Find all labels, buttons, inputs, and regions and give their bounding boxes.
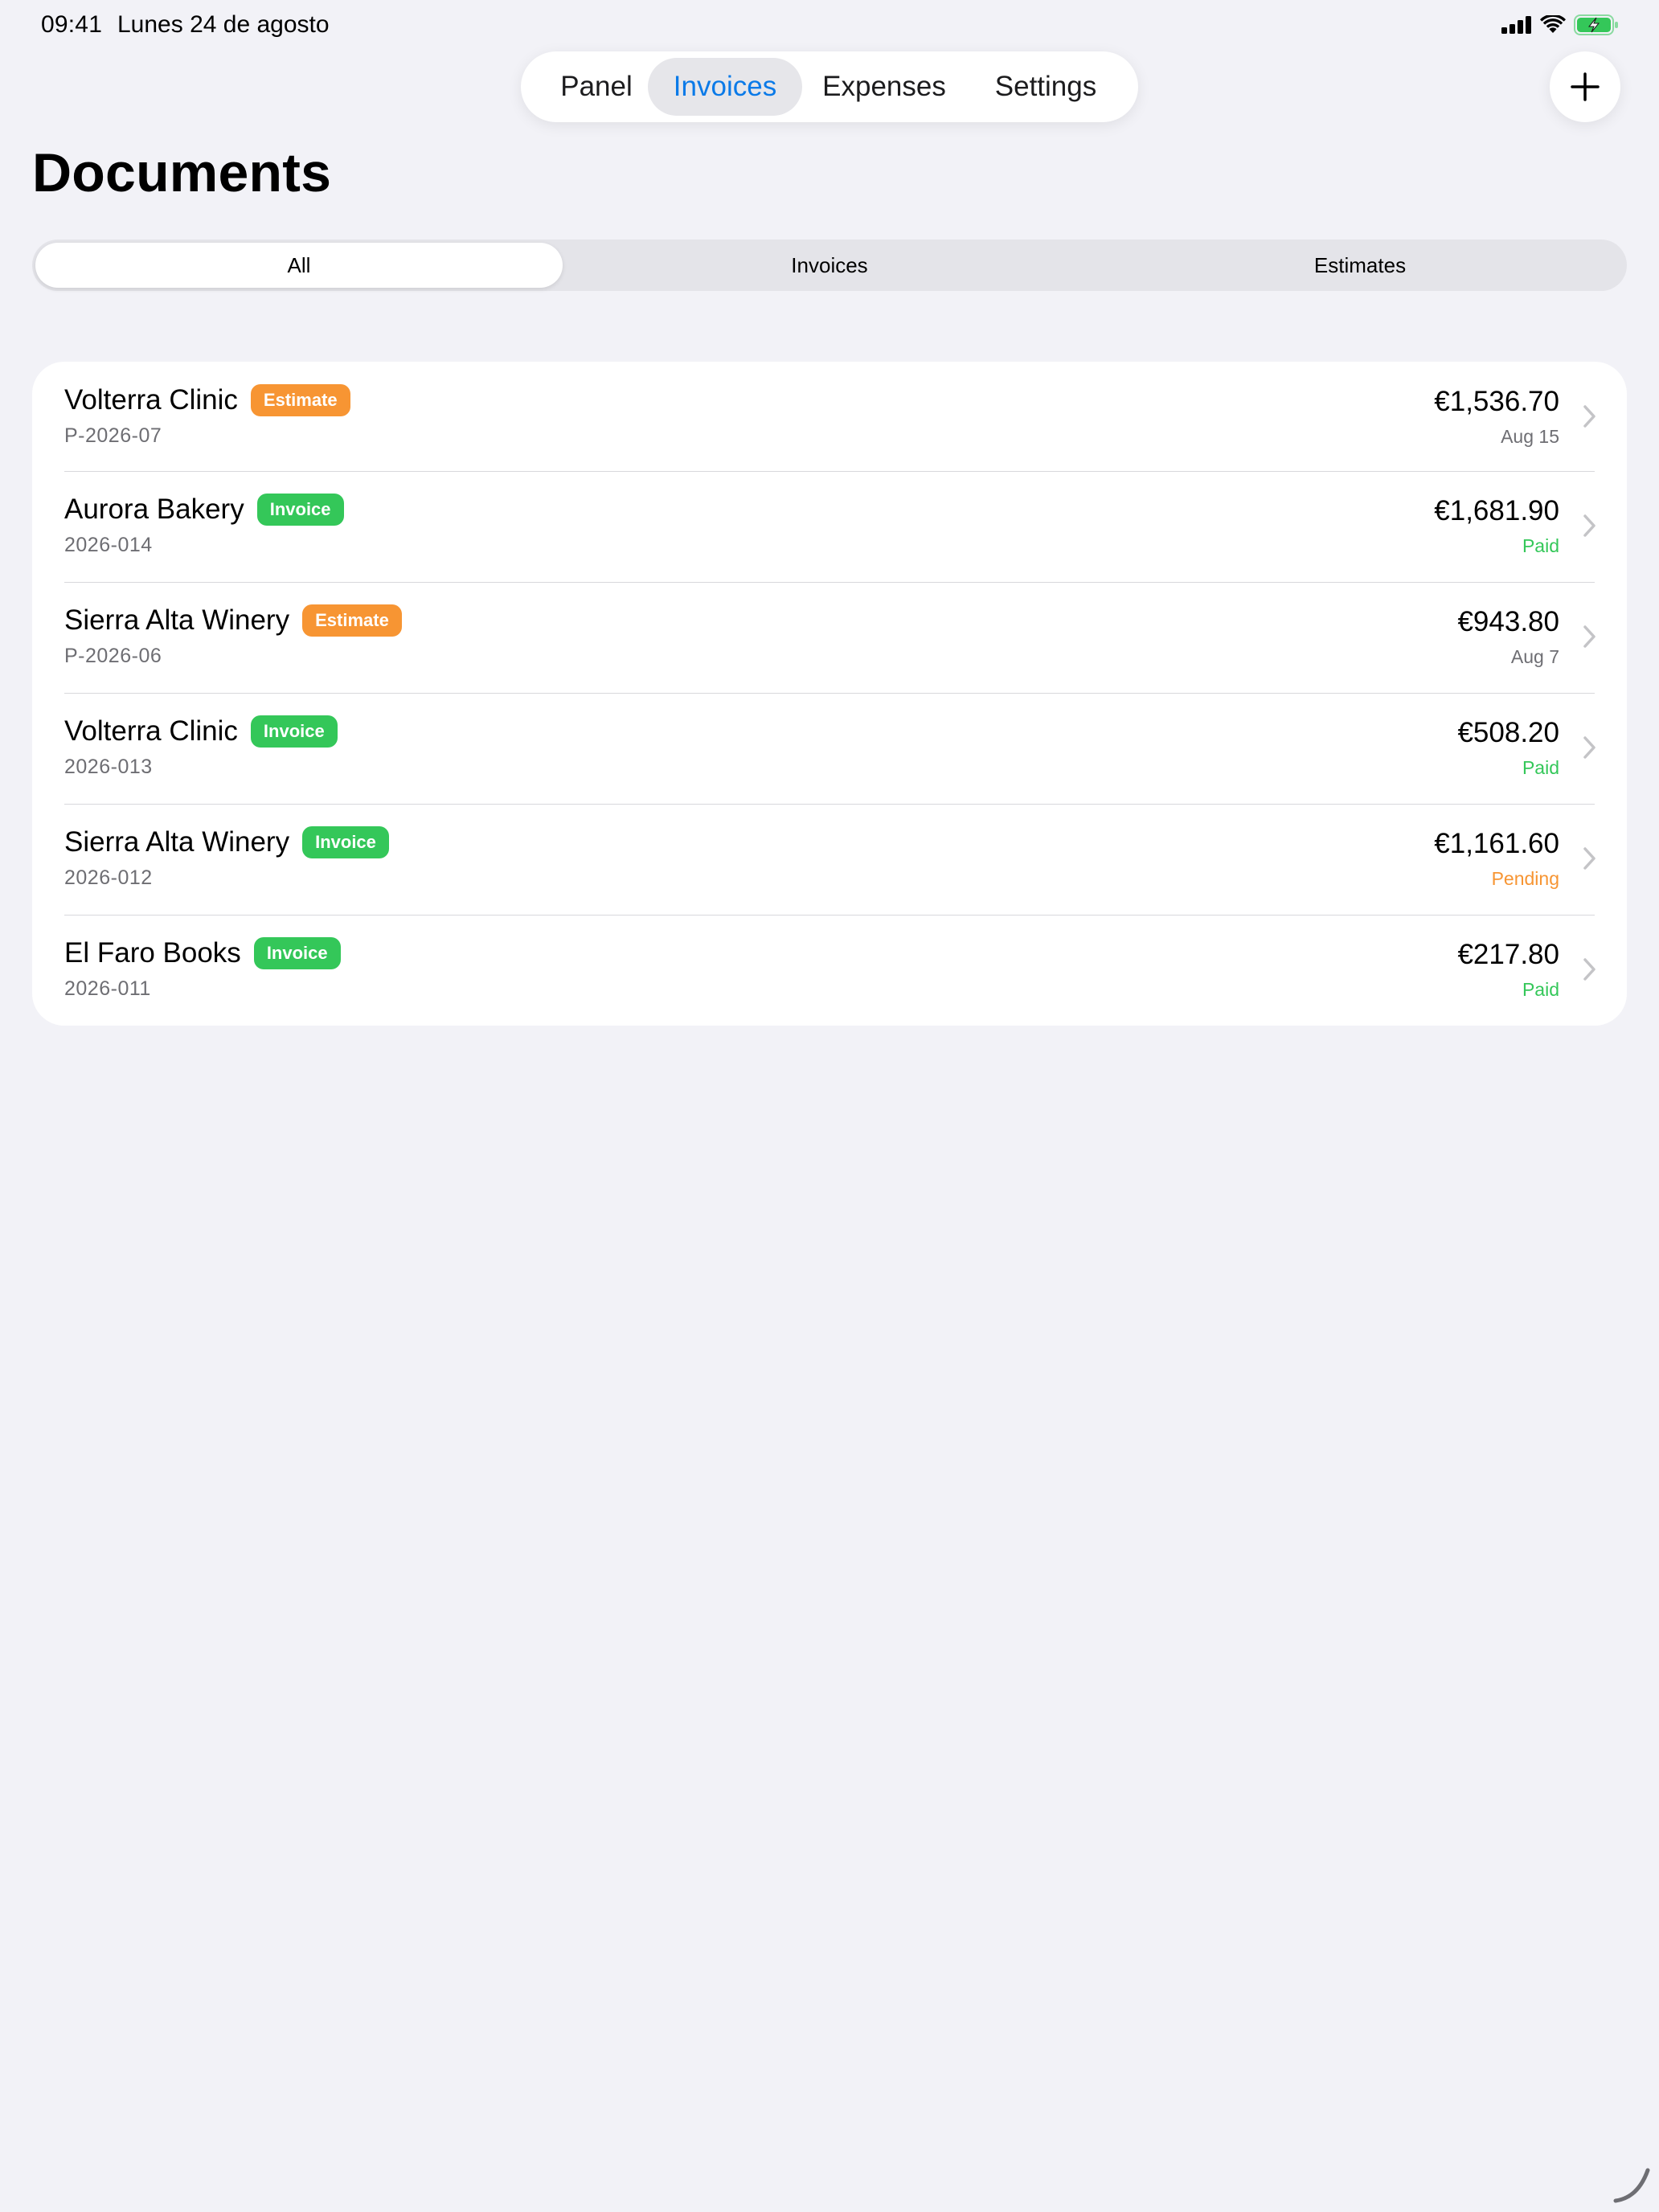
tab-settings[interactable]: Settings [971,58,1120,116]
filter-segment-invoices[interactable]: Invoices [566,243,1093,288]
document-title-group: Sierra Alta Winery Estimate [64,604,402,637]
document-row[interactable]: Sierra Alta Winery Invoice 2026-012 €1,1… [32,804,1627,915]
document-number: 2026-014 [64,534,153,556]
document-title-group: Sierra Alta Winery Invoice [64,826,389,858]
status-date: Lunes 24 de agosto [117,11,330,38]
status-bar: 09:41 Lunes 24 de agosto [0,0,1659,51]
document-title-group: Volterra Clinic Estimate [64,384,350,416]
document-amount: €217.80 [1457,939,1559,970]
battery-charging-icon [1574,14,1618,35]
document-amount: €508.20 [1457,717,1559,748]
chevron-right-icon [1583,514,1596,537]
status-time: 09:41 [41,11,103,38]
document-type-badge: Estimate [302,604,402,637]
chevron-right-icon [1583,847,1596,870]
document-number: P-2026-06 [64,645,162,667]
document-status: Aug 7 [1510,646,1559,667]
document-type-badge: Estimate [250,384,350,416]
client-name: Volterra Clinic [64,715,238,747]
document-amount: €943.80 [1457,606,1559,637]
document-type-badge: Invoice [302,826,389,858]
filter-segment-all[interactable]: All [35,243,563,288]
document-type-badge: Invoice [256,494,344,526]
document-row[interactable]: Aurora Bakery Invoice 2026-014 €1,681.90… [32,471,1627,582]
document-number: P-2026-07 [64,424,162,447]
document-status: Paid [1522,979,1559,1000]
document-status: Paid [1522,757,1559,778]
cellular-signal-icon [1501,16,1531,34]
document-title-group: El Faro Books Invoice [64,937,341,969]
page-title: Documents [32,142,332,203]
document-type-badge: Invoice [253,937,341,969]
client-name: Sierra Alta Winery [64,604,290,636]
tab-invoices[interactable]: Invoices [648,58,802,116]
document-amount: €1,681.90 [1434,495,1559,526]
document-amount: €1,536.70 [1434,386,1559,417]
document-filter-control: All Invoices Estimates [32,240,1627,291]
document-row[interactable]: Sierra Alta Winery Estimate P-2026-06 €9… [32,582,1627,693]
client-name: Sierra Alta Winery [64,826,290,858]
document-title-group: Aurora Bakery Invoice [64,494,344,526]
plus-icon [1571,72,1600,101]
document-type-badge: Invoice [250,715,338,748]
document-number: 2026-013 [64,756,153,778]
document-amount: €1,161.60 [1434,828,1559,859]
chevron-right-icon [1583,405,1596,428]
client-name: Aurora Bakery [64,494,244,525]
document-number: 2026-011 [64,977,151,1000]
document-row[interactable]: Volterra Clinic Estimate P-2026-07 €1,53… [32,362,1627,471]
resize-handle-icon[interactable] [1611,2164,1653,2206]
tab-panel[interactable]: Panel [539,58,654,116]
tab-expenses[interactable]: Expenses [805,58,963,116]
document-number: 2026-012 [64,866,153,889]
document-status: Aug 15 [1501,426,1559,447]
chevron-right-icon [1583,736,1596,759]
document-row[interactable]: El Faro Books Invoice 2026-011 €217.80 P… [32,915,1627,1026]
client-name: Volterra Clinic [64,384,238,416]
document-status: Paid [1522,535,1559,556]
add-document-button[interactable] [1550,51,1620,122]
chevron-right-icon [1583,625,1596,648]
document-list: Volterra Clinic Estimate P-2026-07 €1,53… [32,362,1627,1026]
chevron-right-icon [1583,958,1596,981]
document-row[interactable]: Volterra Clinic Invoice 2026-013 €508.20… [32,693,1627,804]
document-status: Pending [1491,868,1559,889]
wifi-icon [1540,15,1566,33]
document-title-group: Volterra Clinic Invoice [64,715,338,748]
filter-segment-estimates[interactable]: Estimates [1096,243,1624,288]
top-tab-bar: Panel Invoices Expenses Settings [521,51,1138,122]
status-icons [1501,14,1619,35]
client-name: El Faro Books [64,937,241,969]
